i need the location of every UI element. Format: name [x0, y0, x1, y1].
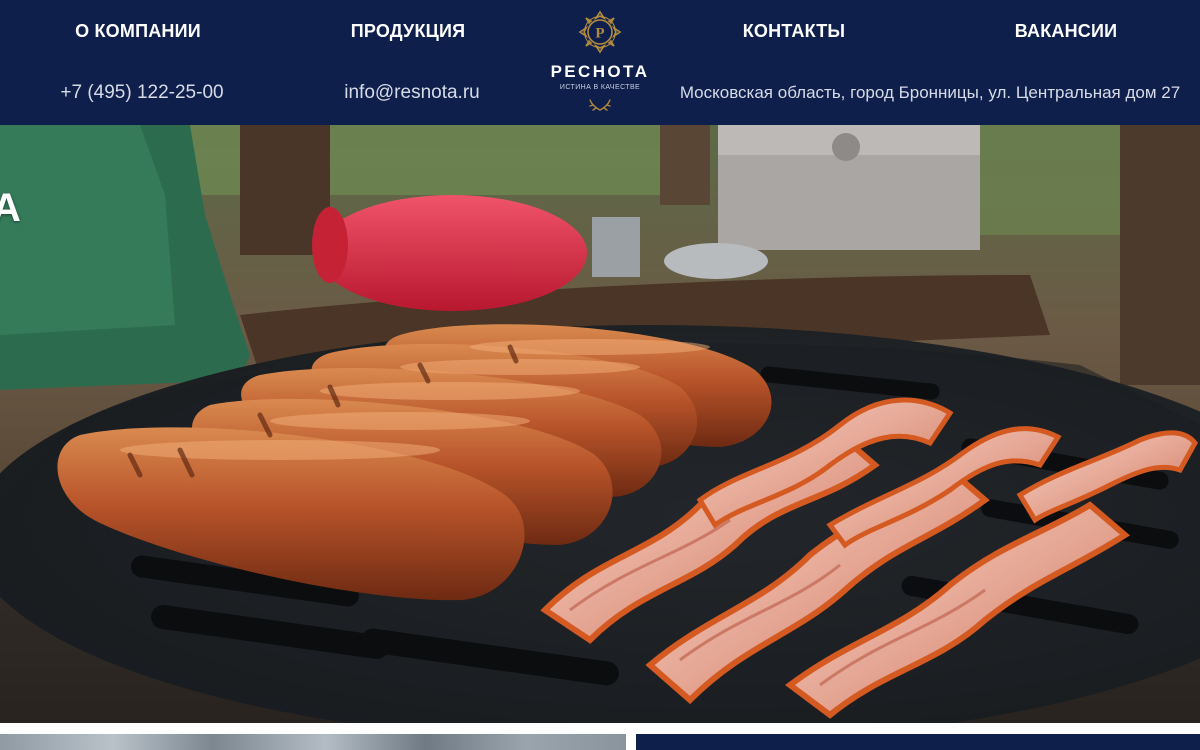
logo[interactable]: Р РЕСНОТА ИСТИНА В КАЧЕСТВЕ: [534, 8, 666, 114]
email-link[interactable]: info@resnota.ru: [330, 80, 494, 106]
laurel-ornament-icon: [589, 99, 611, 111]
ornate-r-emblem-icon: Р: [578, 10, 622, 54]
phone-link[interactable]: +7 (495) 122-25-00: [40, 80, 244, 106]
address-text: Московская область, город Бронницы, ул. …: [679, 83, 1181, 102]
hero-banner: А: [0, 125, 1200, 723]
bottom-dark-panel: [636, 734, 1200, 750]
emblem-letter: Р: [595, 26, 604, 42]
nav-jobs[interactable]: ВАКАНСИИ: [990, 18, 1142, 44]
grilled-sausages-and-bacon-photo: [0, 125, 1200, 723]
site-header: О КОМПАНИИ ПРОДУКЦИЯ КОНТАКТЫ ВАКАНСИИ +…: [0, 0, 1200, 125]
nav-products[interactable]: ПРОДУКЦИЯ: [322, 18, 494, 44]
bottom-image-tile: [0, 734, 626, 750]
hero-heading-fragment: А: [0, 186, 21, 230]
logo-wordmark: РЕСНОТА: [550, 62, 650, 81]
logo-tagline: ИСТИНА В КАЧЕСТВЕ: [559, 84, 641, 91]
nav-about[interactable]: О КОМПАНИИ: [48, 18, 228, 44]
nav-contacts[interactable]: КОНТАКТЫ: [716, 18, 872, 44]
